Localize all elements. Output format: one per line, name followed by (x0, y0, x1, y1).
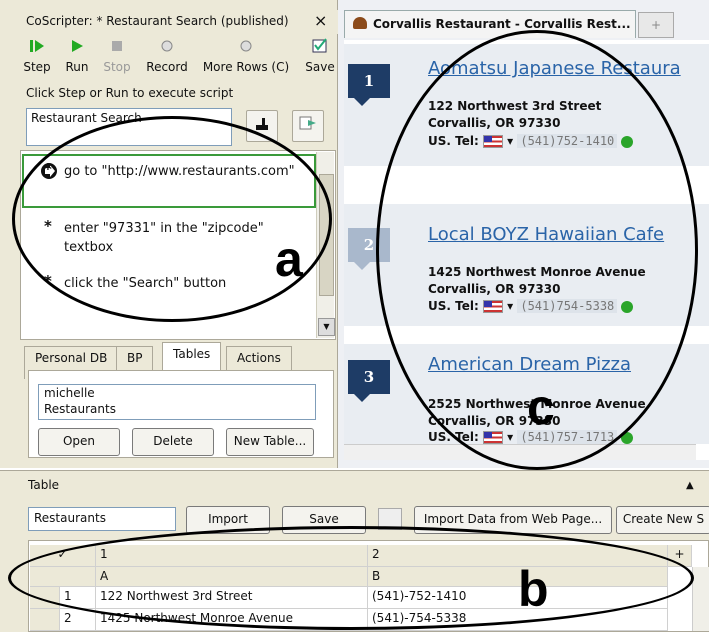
site-logo-icon (353, 17, 367, 29)
annotation-label-a: a (275, 231, 303, 287)
new-tab-button[interactable]: + (638, 12, 674, 38)
table-panel-header: Table (28, 478, 60, 492)
collapse-icon[interactable]: ▲ (686, 480, 694, 491)
table-scrollbar[interactable] (692, 567, 709, 631)
annotation-label-c: c (527, 379, 555, 435)
annotation-label-b: b (518, 561, 549, 617)
more-rows-button[interactable]: More Rows (C) (200, 38, 292, 82)
more-rows-icon (200, 38, 292, 60)
browser-tab[interactable]: Corvallis Restaurant - Corvallis Rest... (344, 10, 636, 38)
sidebar-title: CoScripter: * Restaurant Search (publish… (26, 14, 289, 28)
export-icon (299, 116, 317, 135)
annotation-ellipse-a (12, 116, 332, 322)
row-number: 2 (60, 609, 96, 631)
play-icon (62, 38, 92, 60)
stop-button[interactable]: Stop (100, 38, 134, 82)
table-name-field[interactable]: Restaurants (28, 507, 176, 531)
new-table-button[interactable]: New Table... (226, 428, 314, 456)
row-selector[interactable] (30, 609, 60, 631)
rank-marker: 1 (348, 64, 390, 106)
record-icon (144, 38, 190, 60)
tables-list[interactable]: michelle Restaurants (38, 384, 316, 420)
save-icon (302, 38, 338, 60)
create-new-button[interactable]: Create New S (616, 506, 709, 534)
stop-icon (100, 38, 134, 60)
delete-button[interactable]: Delete (132, 428, 214, 456)
script-toolbar: Step Run Stop Record More Rows (C) Save (20, 38, 338, 82)
rank-marker: 3 (348, 360, 390, 402)
sidebar-titlebar: CoScripter: * Restaurant Search (publish… (0, 10, 338, 34)
run-hint: Click Step or Run to execute script (26, 86, 234, 100)
close-icon[interactable]: × (314, 11, 327, 30)
list-item[interactable]: michelle (39, 385, 315, 401)
open-button[interactable]: Open (38, 428, 120, 456)
run-button[interactable]: Run (62, 38, 92, 82)
record-button[interactable]: Record (144, 38, 190, 82)
annotation-ellipse-b (8, 526, 694, 630)
save-script-button[interactable]: Save (302, 38, 338, 82)
list-item[interactable]: Restaurants (39, 401, 315, 417)
browser-tab-title: Corvallis Restaurant - Corvallis Rest... (373, 17, 631, 31)
step-icon (20, 38, 54, 60)
export-button[interactable] (292, 110, 324, 142)
step-button[interactable]: Step (20, 38, 54, 82)
scroll-down-icon[interactable]: ▼ (318, 318, 335, 336)
